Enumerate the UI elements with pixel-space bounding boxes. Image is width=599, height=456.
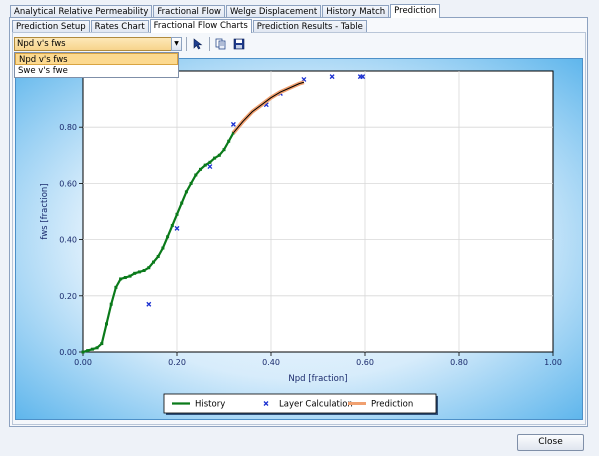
history-point (105, 322, 108, 326)
history-point (86, 349, 90, 353)
history-point (161, 246, 165, 250)
legend-label: Prediction (371, 400, 413, 410)
close-button[interactable]: Close (517, 434, 584, 451)
chevron-down-icon[interactable]: ▼ (171, 37, 182, 51)
x-tick-label: 1.00 (544, 358, 562, 367)
legend-label: Layer Calculation (279, 400, 353, 410)
x-tick-label: 0.60 (356, 358, 374, 367)
chart-select-value: Npd v's fws (17, 39, 66, 49)
chart-toolbar: Npd v's fws ▼ (14, 36, 246, 52)
history-point (114, 285, 118, 289)
x-tick-label: 0.40 (262, 358, 280, 367)
main-tab-strip: Analytical Relative Permeability Fraction… (10, 4, 441, 18)
history-point (123, 276, 127, 280)
history-point (133, 271, 137, 275)
y-axis-label: fws [fraction] (40, 183, 50, 239)
history-point (119, 277, 123, 281)
subtab-fractional-flow-charts[interactable]: Fractional Flow Charts (149, 19, 252, 33)
history-point (175, 212, 179, 216)
legend-label: History (195, 400, 225, 410)
tab-prediction[interactable]: Prediction (390, 4, 441, 18)
history-point (90, 347, 94, 351)
dropdown-option[interactable]: Swe v's fwe (15, 65, 178, 77)
y-tick-label: 0.00 (59, 348, 77, 357)
history-point (213, 156, 217, 160)
history-point (170, 224, 174, 228)
history-point (180, 201, 184, 205)
x-tick-label: 0.80 (450, 358, 468, 367)
toolbar-separator (186, 37, 187, 51)
chart-select-dropdown: Npd v's fws Swe v's fwe (14, 52, 179, 78)
history-point (194, 173, 198, 177)
x-axis-label: Npd [fraction] (288, 374, 347, 384)
toolbar-separator (209, 37, 210, 51)
fractional-flow-chart: 0.00 0.20 0.40 0.60 0.80 1.00 0.00 0.20 0.40 0.60… (40, 70, 562, 415)
history-point (156, 254, 160, 258)
history-point (147, 266, 151, 270)
copy-icon[interactable] (214, 37, 228, 51)
history-point (208, 160, 212, 164)
history-point (137, 270, 141, 274)
history-point (199, 167, 202, 171)
chart-area: 0.00 0.20 0.40 0.60 0.80 1.00 0.00 0.20 0.40 0.60… (15, 58, 583, 420)
y-tick-label: 0.40 (59, 236, 77, 245)
y-tick-label: 0.60 (59, 179, 77, 188)
sub-tab-strip: Prediction Setup Rates Chart Fractional Fl… (12, 19, 368, 33)
history-point (203, 163, 207, 167)
history-point (81, 350, 85, 354)
x-tick-label: 0.00 (74, 358, 92, 367)
history-point (152, 260, 155, 264)
x-tick-label: 0.20 (168, 358, 186, 367)
pointer-icon[interactable] (191, 37, 205, 51)
chart-select-combo[interactable]: Npd v's fws ▼ (14, 37, 182, 51)
history-point (128, 274, 132, 278)
plot-area (82, 70, 554, 353)
y-tick-label: 0.80 (59, 123, 77, 132)
history-point (100, 342, 104, 346)
history-point (227, 139, 231, 143)
dropdown-option[interactable]: Npd v's fws (15, 53, 178, 65)
history-point (166, 235, 170, 239)
history-point (184, 190, 188, 194)
history-point (189, 181, 193, 185)
chart-legend: History Layer Calculation Prediction (163, 393, 438, 415)
history-point (142, 269, 146, 273)
history-point (217, 153, 221, 157)
history-point (109, 302, 113, 306)
y-tick-label: 0.20 (59, 292, 77, 301)
save-icon[interactable] (232, 37, 246, 51)
history-point (95, 346, 99, 350)
history-point (222, 148, 226, 152)
